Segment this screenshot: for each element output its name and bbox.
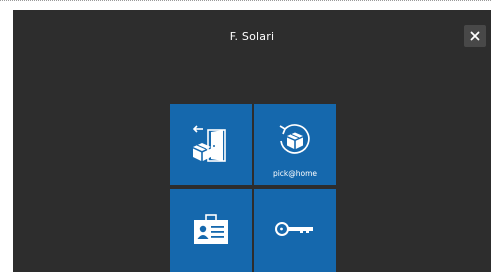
kiosk-screen: F. Solari pick@home xyxy=(13,10,491,272)
close-button[interactable] xyxy=(464,25,486,47)
id-card-icon xyxy=(194,214,228,244)
tile-key[interactable] xyxy=(254,189,336,272)
tile-id-card[interactable] xyxy=(170,189,252,272)
tile-deposit[interactable] xyxy=(170,104,252,185)
key-icon xyxy=(275,222,313,236)
package-door-icon xyxy=(192,125,226,162)
user-name: F. Solari xyxy=(229,30,275,43)
tile-pickathome-label: pick@home xyxy=(272,169,318,178)
page: F. Solari pick@home xyxy=(0,0,491,272)
top-border xyxy=(0,0,491,1)
package-return-icon xyxy=(279,124,310,154)
close-icon xyxy=(470,31,480,41)
tile-pickathome[interactable]: pick@home xyxy=(254,104,336,185)
